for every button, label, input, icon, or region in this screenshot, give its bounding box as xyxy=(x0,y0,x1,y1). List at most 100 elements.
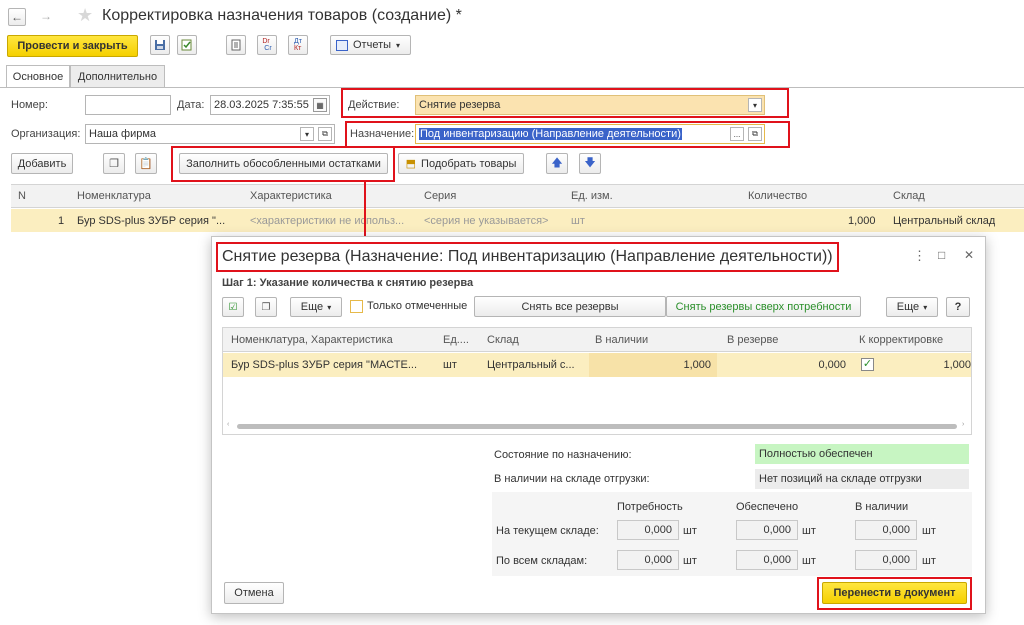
paste-button[interactable]: 📋 xyxy=(135,153,157,174)
current-provided: 0,000 xyxy=(736,520,798,540)
all-need: 0,000 xyxy=(617,550,679,570)
check-all-button[interactable]: ☑ xyxy=(222,297,244,317)
dlg-col-item[interactable]: Номенклатура, Характеристика xyxy=(231,334,393,346)
scroll-left-icon[interactable]: ‹ xyxy=(227,421,229,428)
row-characteristic[interactable]: <характеристики не использ... xyxy=(250,215,410,227)
col-header-warehouse[interactable]: Склад xyxy=(893,190,925,202)
status-label: Состояние по назначению: xyxy=(494,449,632,461)
col-header-quantity[interactable]: Количество xyxy=(748,190,807,202)
number-field[interactable] xyxy=(85,95,171,115)
dt-kt-button[interactable]: Dr Cr xyxy=(257,35,277,55)
dlg-row-warehouse[interactable]: Центральный с... xyxy=(487,359,582,371)
document-list-icon xyxy=(231,39,241,51)
copy-icon: ❐ xyxy=(109,158,119,170)
open-icon[interactable]: ⧉ xyxy=(318,127,332,141)
move-down-button[interactable]: 🡇 xyxy=(579,153,601,174)
only-marked-checkbox[interactable] xyxy=(350,300,363,313)
copy-button[interactable]: ❐ xyxy=(103,153,125,174)
debit-credit-ru-icon: Дт Кт xyxy=(294,38,302,52)
chevron-down-icon: ▾ xyxy=(327,302,332,312)
organization-label: Организация: xyxy=(11,128,81,140)
dlg-row-item[interactable]: Бур SDS-plus ЗУБР серия "МАСТЕ... xyxy=(231,359,436,371)
organization-value: Наша фирма xyxy=(89,128,157,140)
dlg-col-reserved[interactable]: В резерве xyxy=(727,334,778,346)
correction-checkbox[interactable]: ✓ xyxy=(861,358,874,371)
col-header-series[interactable]: Серия xyxy=(424,190,456,202)
dlg-col-unit[interactable]: Ед.... xyxy=(443,334,469,346)
cancel-button[interactable]: Отмена xyxy=(224,582,284,604)
row-warehouse[interactable]: Центральный склад xyxy=(893,215,995,227)
remove-all-reserves-button[interactable]: Снять все резервы xyxy=(474,296,666,317)
step-label: Шаг 1: Указание количества к снятию резе… xyxy=(222,277,474,289)
remove-excess-reserves-button[interactable]: Снять резервы сверх потребности xyxy=(666,296,861,317)
date-field[interactable]: 28.03.2025 7:35:55 ▦ xyxy=(210,95,330,115)
date-value: 28.03.2025 7:35:55 xyxy=(214,99,309,111)
current-need: 0,000 xyxy=(617,520,679,540)
row-unit[interactable]: шт xyxy=(571,215,585,227)
paste-icon: 📋 xyxy=(139,158,153,170)
forward-button[interactable]: → xyxy=(40,9,56,25)
col-header-characteristic[interactable]: Характеристика xyxy=(250,190,332,202)
col-header-n[interactable]: N xyxy=(18,190,26,202)
save-icon xyxy=(155,40,165,50)
tab-additional-label: Дополнительно xyxy=(77,70,158,83)
arrow-up-icon: 🡅 xyxy=(551,157,563,169)
scroll-right-icon[interactable]: › xyxy=(962,421,964,428)
back-button[interactable]: ← xyxy=(8,8,26,26)
dialog-title-highlight xyxy=(216,242,839,272)
calendar-icon[interactable]: ▦ xyxy=(313,98,327,112)
dlg-col-warehouse[interactable]: Склад xyxy=(487,334,519,346)
post-button[interactable] xyxy=(177,35,197,55)
dlg-row-reserved[interactable]: 0,000 xyxy=(721,359,846,371)
goods-table-header xyxy=(11,184,1024,208)
row-current-label: На текущем складе: xyxy=(496,525,599,537)
save-button[interactable] xyxy=(150,35,170,55)
number-label: Номер: xyxy=(11,99,48,111)
print-button[interactable] xyxy=(226,35,246,55)
post-document-icon xyxy=(181,39,192,51)
row-item[interactable]: Бур SDS-plus ЗУБР серия "... xyxy=(77,215,237,227)
purpose-highlight xyxy=(345,121,790,148)
chevron-down-icon[interactable]: ▾ xyxy=(300,127,314,141)
pick-goods-icon: ⬒ xyxy=(405,158,417,170)
horizontal-scrollbar[interactable] xyxy=(237,424,957,429)
tab-main[interactable]: Основное xyxy=(6,65,70,87)
maximize-icon[interactable]: □ xyxy=(938,248,945,262)
more-button[interactable]: Еще ▾ xyxy=(290,297,342,317)
dlg-col-correction[interactable]: К корректировке xyxy=(859,334,943,346)
arrow-left-icon: ← xyxy=(11,10,23,24)
post-and-close-button[interactable]: Провести и закрыть xyxy=(7,35,138,57)
dlg-row-available[interactable]: 1,000 xyxy=(589,359,711,371)
stock-label: В наличии на складе отгрузки: xyxy=(494,473,650,485)
dlg-col-available[interactable]: В наличии xyxy=(595,334,648,346)
row-series[interactable]: <серия не указывается> xyxy=(424,215,548,227)
all-provided-unit: шт xyxy=(802,555,816,567)
all-available-unit: шт xyxy=(922,555,936,567)
transfer-highlight xyxy=(817,577,972,610)
row-quantity[interactable]: 1,000 xyxy=(848,215,876,227)
dlg-row-unit[interactable]: шт xyxy=(443,359,457,371)
more-right-button[interactable]: Еще ▾ xyxy=(886,297,938,317)
col-header-unit[interactable]: Ед. изм. xyxy=(571,190,613,202)
row-number: 1 xyxy=(58,215,65,227)
reports-dropdown[interactable]: Отчеты ▾ xyxy=(330,35,411,55)
close-icon[interactable]: ✕ xyxy=(964,248,974,262)
help-button[interactable]: ? xyxy=(946,297,970,317)
dt-kt-ru-button[interactable]: Дт Кт xyxy=(288,35,308,55)
uncheck-all-button[interactable]: ❐ xyxy=(255,297,277,317)
move-up-button[interactable]: 🡅 xyxy=(546,153,568,174)
col-header-item[interactable]: Номенклатура xyxy=(77,190,151,202)
arrow-right-icon: → xyxy=(40,9,52,23)
tab-main-label: Основное xyxy=(12,70,64,83)
pick-goods-button[interactable]: ⬒ Подобрать товары xyxy=(398,153,524,174)
current-provided-unit: шт xyxy=(802,525,816,537)
chevron-down-icon: ▾ xyxy=(923,302,928,312)
favorite-star-icon[interactable]: ★ xyxy=(77,5,93,26)
stock-value: Нет позиций на складе отгрузки xyxy=(755,469,969,489)
current-available-unit: шт xyxy=(922,525,936,537)
organization-field[interactable]: Наша фирма ▾ ⧉ xyxy=(85,124,335,144)
dialog-menu-icon[interactable]: ⋮ xyxy=(913,248,926,264)
dlg-row-correction[interactable]: 1,000 xyxy=(879,359,971,371)
tab-additional[interactable]: Дополнительно xyxy=(70,65,165,87)
add-button[interactable]: Добавить xyxy=(11,153,73,174)
